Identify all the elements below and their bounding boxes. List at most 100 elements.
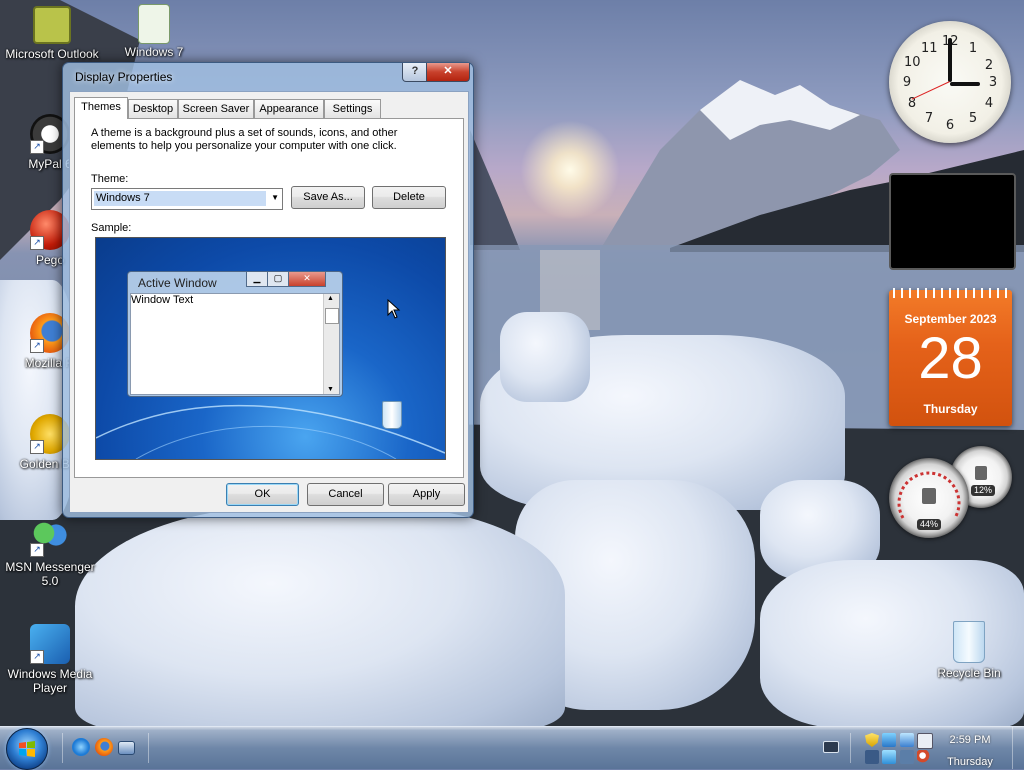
clock-hour-hand bbox=[950, 82, 980, 86]
close-button[interactable]: ✕ bbox=[426, 63, 470, 82]
clock-number: 6 bbox=[945, 118, 955, 133]
themes-description: A theme is a background plus a set of so… bbox=[91, 127, 398, 152]
sample-window-content: Window Text ▲ ▼ bbox=[130, 293, 340, 395]
dialog-title: Display Properties bbox=[75, 70, 173, 84]
calendar-rings bbox=[893, 288, 1008, 298]
desktop-icon-windows7[interactable]: Windows 7 bbox=[106, 4, 202, 59]
cpu-percent: 44% bbox=[917, 519, 942, 530]
windows7-doc-icon bbox=[138, 4, 170, 44]
clock-number: 9 bbox=[902, 75, 912, 90]
clock-gadget[interactable]: 12 1 2 3 4 5 6 7 8 9 10 11 bbox=[889, 21, 1011, 143]
taskbar-separator bbox=[62, 733, 63, 763]
ice-block-small bbox=[500, 312, 590, 402]
taskbar-clock[interactable]: 2:59 PM Thursday bbox=[940, 732, 1000, 770]
shortcut-arrow-icon: ↗ bbox=[30, 440, 44, 454]
sample-active-window: Active Window ▁ ▢ ✕ Window Text ▲ ▼ bbox=[127, 271, 343, 397]
delete-button[interactable]: Delete bbox=[372, 186, 446, 209]
taskbar-separator bbox=[850, 733, 851, 763]
clock-number: 4 bbox=[984, 96, 994, 111]
desktop-icon-outlook[interactable]: Microsoft Outlook bbox=[4, 6, 100, 61]
clock-number: 11 bbox=[921, 41, 938, 56]
taskbar-clock-time: 2:59 PM bbox=[949, 734, 991, 746]
display-properties-dialog: Display Properties ? ✕ Themes Desktop Sc… bbox=[62, 62, 474, 518]
desktop-icon-label: Windows Media Player bbox=[7, 667, 93, 695]
clock-number: 2 bbox=[984, 58, 994, 73]
dialog-client-area: Themes Desktop Screen Saver Appearance S… bbox=[69, 91, 469, 513]
security-shield-icon[interactable] bbox=[865, 733, 879, 747]
show-desktop-button[interactable] bbox=[1012, 727, 1024, 769]
taskbar-separator bbox=[148, 733, 149, 763]
theme-dropdown[interactable]: Windows 7 ▼ bbox=[91, 188, 283, 210]
mouse-pointer-icon bbox=[387, 299, 401, 319]
desktop-icon-label: MSN Messenger 5.0 bbox=[5, 560, 95, 588]
volume-icon[interactable] bbox=[900, 750, 914, 764]
cancel-button[interactable]: Cancel bbox=[307, 483, 384, 506]
sample-label: Sample: bbox=[91, 222, 132, 234]
close-icon: ✕ bbox=[288, 272, 326, 287]
ie-icon[interactable] bbox=[72, 738, 90, 756]
cpu-chip-icon bbox=[922, 488, 936, 504]
tab-themes[interactable]: Themes bbox=[74, 97, 128, 119]
clock-number: 10 bbox=[904, 55, 921, 70]
calendar-weekday: Thursday bbox=[923, 402, 978, 416]
desktop-icon-media-player[interactable]: ↗ Windows Media Player bbox=[2, 624, 98, 695]
device-icon[interactable] bbox=[917, 733, 933, 749]
save-as-button[interactable]: Save As... bbox=[291, 186, 365, 209]
taskbar: 2:59 PM Thursday bbox=[0, 726, 1024, 770]
chevron-down-icon[interactable]: ▼ bbox=[271, 193, 279, 202]
tab-screen-saver[interactable]: Screen Saver bbox=[178, 99, 254, 118]
desktop-icon-recycle-bin[interactable]: Recycle Bin bbox=[921, 621, 1017, 680]
memory-percent: 12% bbox=[971, 485, 996, 496]
sample-window-title: Active Window bbox=[138, 276, 217, 290]
help-button[interactable]: ? bbox=[402, 63, 428, 82]
show-desktop-icon[interactable] bbox=[118, 741, 135, 755]
shortcut-arrow-icon: ↗ bbox=[30, 236, 44, 250]
firefox-icon[interactable] bbox=[95, 738, 113, 756]
clock-number: 7 bbox=[924, 111, 934, 126]
ok-button[interactable]: OK bbox=[226, 483, 299, 506]
sample-window-text: Window Text bbox=[131, 294, 194, 306]
tray-app-icon[interactable] bbox=[882, 750, 896, 764]
maximize-icon: ▢ bbox=[267, 272, 289, 287]
clock-second-hand bbox=[911, 81, 950, 100]
minimize-icon: ▁ bbox=[246, 272, 268, 287]
search-icon[interactable] bbox=[917, 750, 931, 764]
clock-number: 3 bbox=[988, 75, 998, 90]
desktop-icon-label: Recycle Bin bbox=[937, 666, 1001, 680]
tab-settings[interactable]: Settings bbox=[324, 99, 381, 118]
network-icon[interactable] bbox=[882, 733, 896, 747]
tab-appearance[interactable]: Appearance bbox=[254, 99, 324, 118]
windows-logo-icon bbox=[19, 741, 35, 757]
outlook-icon bbox=[33, 6, 71, 44]
theme-label: Theme: bbox=[91, 173, 129, 185]
clock-number: 5 bbox=[968, 111, 978, 126]
desktop-icon-label: Microsoft Outlook bbox=[5, 47, 99, 61]
shortcut-arrow-icon: ↗ bbox=[30, 140, 44, 154]
tab-desktop[interactable]: Desktop bbox=[128, 99, 178, 118]
cpu-gauge[interactable]: 44% bbox=[889, 458, 969, 538]
desktop-icon-msn[interactable]: ↗ MSN Messenger 5.0 bbox=[2, 517, 98, 588]
ethernet-icon[interactable] bbox=[865, 750, 879, 764]
slideshow-gadget[interactable] bbox=[889, 173, 1016, 270]
clock-minute-hand bbox=[948, 38, 952, 82]
calendar-month: September 2023 bbox=[904, 312, 997, 326]
shortcut-arrow-icon: ↗ bbox=[30, 339, 44, 353]
keyboard-icon[interactable] bbox=[823, 741, 839, 753]
start-button[interactable] bbox=[6, 728, 48, 770]
memory-chip-icon bbox=[975, 466, 987, 480]
desktop-icon-label: Windows 7 bbox=[124, 45, 184, 59]
theme-sample-preview: Active Window ▁ ▢ ✕ Window Text ▲ ▼ bbox=[95, 237, 446, 460]
display-icon[interactable] bbox=[900, 733, 914, 747]
msn-messenger-icon: ↗ bbox=[30, 517, 70, 557]
theme-dropdown-value: Windows 7 bbox=[94, 191, 266, 206]
calendar-gadget[interactable]: September 2023 28 Thursday bbox=[889, 288, 1012, 426]
recycle-bin-icon bbox=[953, 621, 985, 663]
media-player-icon: ↗ bbox=[30, 624, 70, 664]
clock-number: 1 bbox=[968, 41, 978, 56]
sample-scrollbar: ▲ ▼ bbox=[323, 294, 339, 394]
shortcut-arrow-icon: ↗ bbox=[30, 543, 44, 557]
themes-panel: A theme is a background plus a set of so… bbox=[74, 118, 464, 478]
apply-button[interactable]: Apply bbox=[388, 483, 465, 506]
calendar-day: 28 bbox=[918, 326, 983, 391]
recycle-bin-icon bbox=[382, 401, 402, 429]
